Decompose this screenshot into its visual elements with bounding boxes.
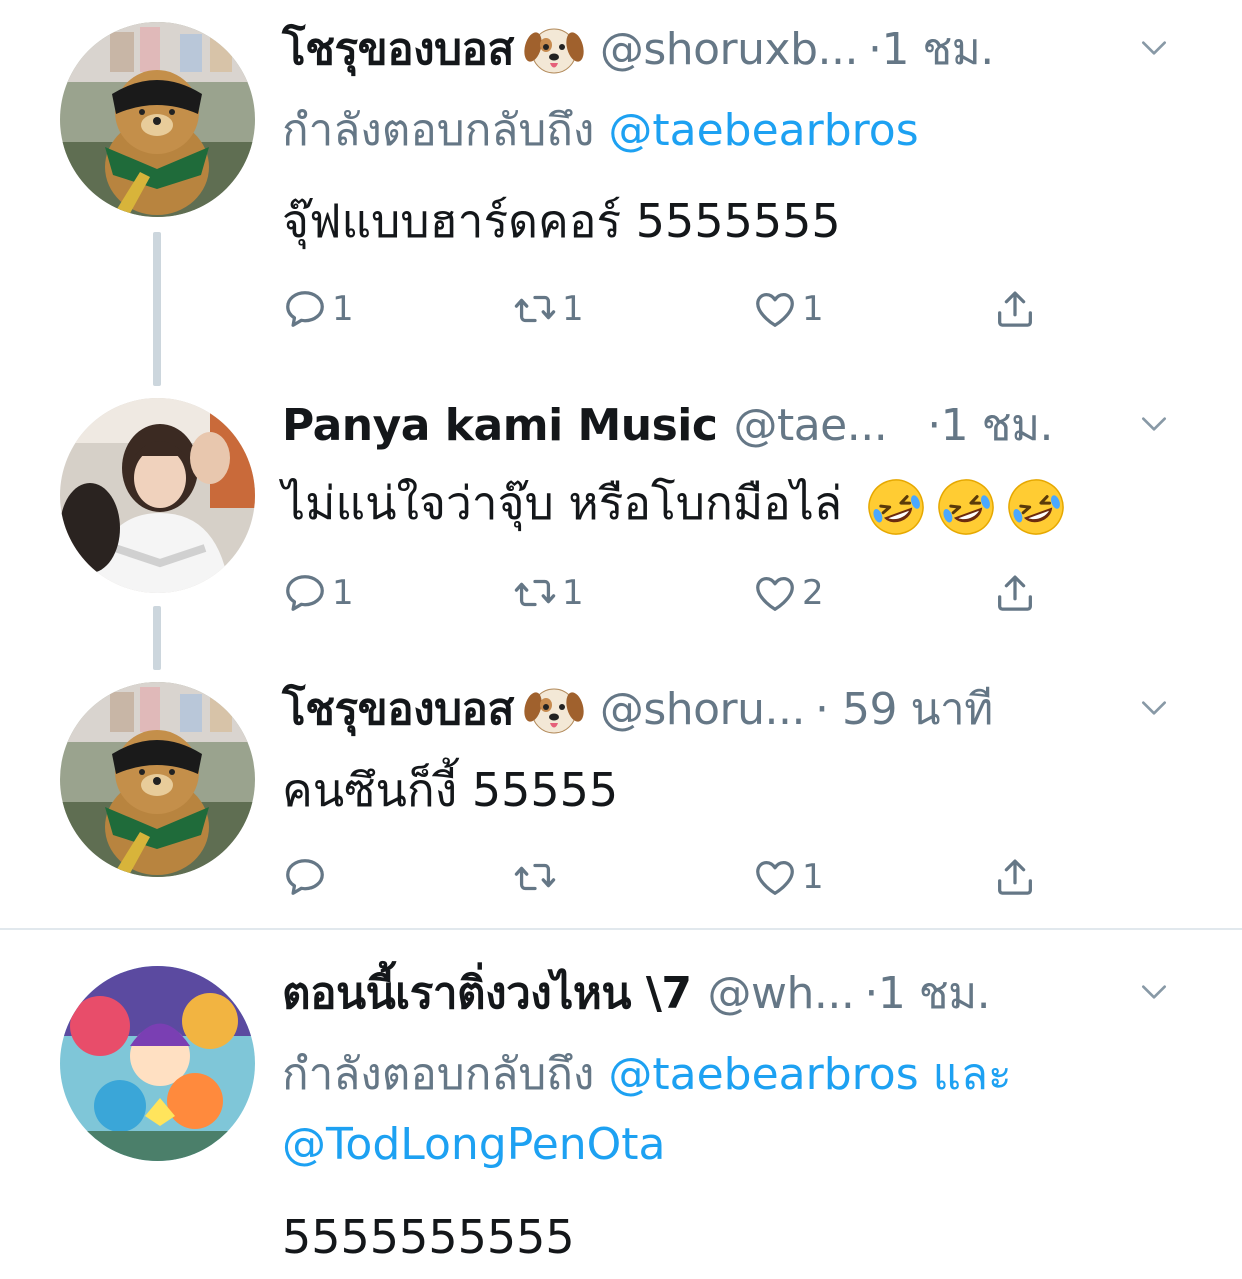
tweet-text: ไม่แน่ใจว่าจุ๊บ หรือโบกมือไล่ (282, 476, 843, 530)
dog-face-emoji-icon (524, 21, 584, 77)
display-name[interactable]: โชรุของบอส (282, 14, 514, 84)
retweet-icon (512, 854, 558, 900)
retweet-button[interactable] (512, 852, 562, 902)
rofl-emoji-icon (1005, 476, 1067, 538)
mention-link[interactable]: @taebearbros (608, 105, 918, 156)
share-button[interactable] (992, 852, 1038, 902)
retweet-count: 1 (562, 289, 584, 329)
retweet-button[interactable]: 1 (512, 284, 584, 334)
reply-prefix: กำลังตอบกลับถึง (282, 1049, 595, 1100)
reply-context: กำลังตอบกลับถึง @taebearbros และ @TodLon… (282, 1040, 1182, 1180)
heart-icon (752, 286, 798, 332)
tweet-text: คนซึนก็งี้ 55555 (282, 763, 619, 817)
like-button[interactable]: 1 (752, 852, 824, 902)
tweet[interactable]: โชรุของบอส @shoruxb... ·1 ชม. กำลังตอบกล… (0, 0, 1242, 370)
tweet-actions: 1 (282, 852, 1182, 902)
reply-icon (282, 570, 328, 616)
tweet-text: จุ๊ฟแบบฮาร์ดคอร์ 5555555 (282, 194, 841, 248)
mention-link[interactable]: @TodLongPenOta (282, 1119, 666, 1170)
reply-button[interactable]: 1 (282, 284, 354, 334)
tweet[interactable]: ตอนนี้เราติ่งวงไหน \7 @wh... ·1 ชม. กำลั… (0, 0, 1242, 1264)
timestamp[interactable]: · 59 นาที (815, 674, 993, 744)
avatar[interactable] (60, 398, 255, 593)
reply-prefix: กำลังตอบกลับถึง (282, 105, 595, 156)
share-button[interactable] (992, 568, 1038, 618)
reply-button[interactable] (282, 852, 332, 902)
retweet-icon (512, 286, 558, 332)
tweet-text-row: ไม่แน่ใจว่าจุ๊บ หรือโบกมือไล่ (282, 468, 1202, 538)
retweet-count: 1 (562, 573, 584, 613)
handle[interactable]: @shoruxb... (600, 24, 859, 75)
timestamp[interactable]: ·1 ชม. (868, 14, 994, 84)
display-name[interactable]: Panya kami Music (282, 400, 718, 451)
reply-count: 1 (332, 573, 354, 613)
like-button[interactable]: 2 (752, 568, 824, 618)
avatar[interactable] (60, 22, 255, 217)
rofl-emoji-icon (865, 476, 927, 538)
handle[interactable]: @shoru... (600, 684, 806, 735)
dog-face-emoji-icon (524, 681, 584, 737)
like-count: 1 (802, 289, 824, 329)
reply-and: และ (932, 1049, 1012, 1100)
display-name[interactable]: โชรุของบอส (282, 674, 514, 744)
share-icon (992, 854, 1038, 900)
chevron-down-icon[interactable] (1138, 692, 1170, 724)
display-name[interactable]: ตอนนี้เราติ่งวงไหน \7 (282, 958, 692, 1028)
heart-icon (752, 854, 798, 900)
thread-line (153, 606, 161, 670)
avatar[interactable] (60, 682, 255, 877)
retweet-icon (512, 570, 558, 616)
tweet-text: 5555555555 (282, 1210, 575, 1264)
like-button[interactable]: 1 (752, 284, 824, 334)
like-count: 2 (802, 573, 824, 613)
mention-link[interactable]: @taebearbros (608, 1049, 918, 1100)
like-count: 1 (802, 857, 824, 897)
tweet-actions: 1 1 1 (282, 284, 1182, 334)
share-icon (992, 286, 1038, 332)
reply-context: กำลังตอบกลับถึง @taebearbros (282, 96, 1182, 166)
heart-icon (752, 570, 798, 616)
reply-icon (282, 286, 328, 332)
rofl-emoji-icon (935, 476, 997, 538)
handle[interactable]: @tae... (733, 400, 887, 451)
share-button[interactable] (992, 284, 1038, 334)
divider (0, 928, 1242, 930)
avatar[interactable] (60, 966, 255, 1161)
tweet-actions: 1 1 2 (282, 568, 1182, 618)
reply-count: 1 (332, 289, 354, 329)
reply-icon (282, 854, 328, 900)
retweet-button[interactable]: 1 (512, 568, 584, 618)
handle[interactable]: @wh... (708, 968, 855, 1019)
reply-button[interactable]: 1 (282, 568, 354, 618)
share-icon (992, 570, 1038, 616)
chevron-down-icon[interactable] (1138, 32, 1170, 64)
chevron-down-icon[interactable] (1138, 408, 1170, 440)
timestamp[interactable]: ·1 ชม. (927, 390, 1053, 460)
chevron-down-icon[interactable] (1138, 976, 1170, 1008)
timestamp[interactable]: ·1 ชม. (864, 958, 990, 1028)
